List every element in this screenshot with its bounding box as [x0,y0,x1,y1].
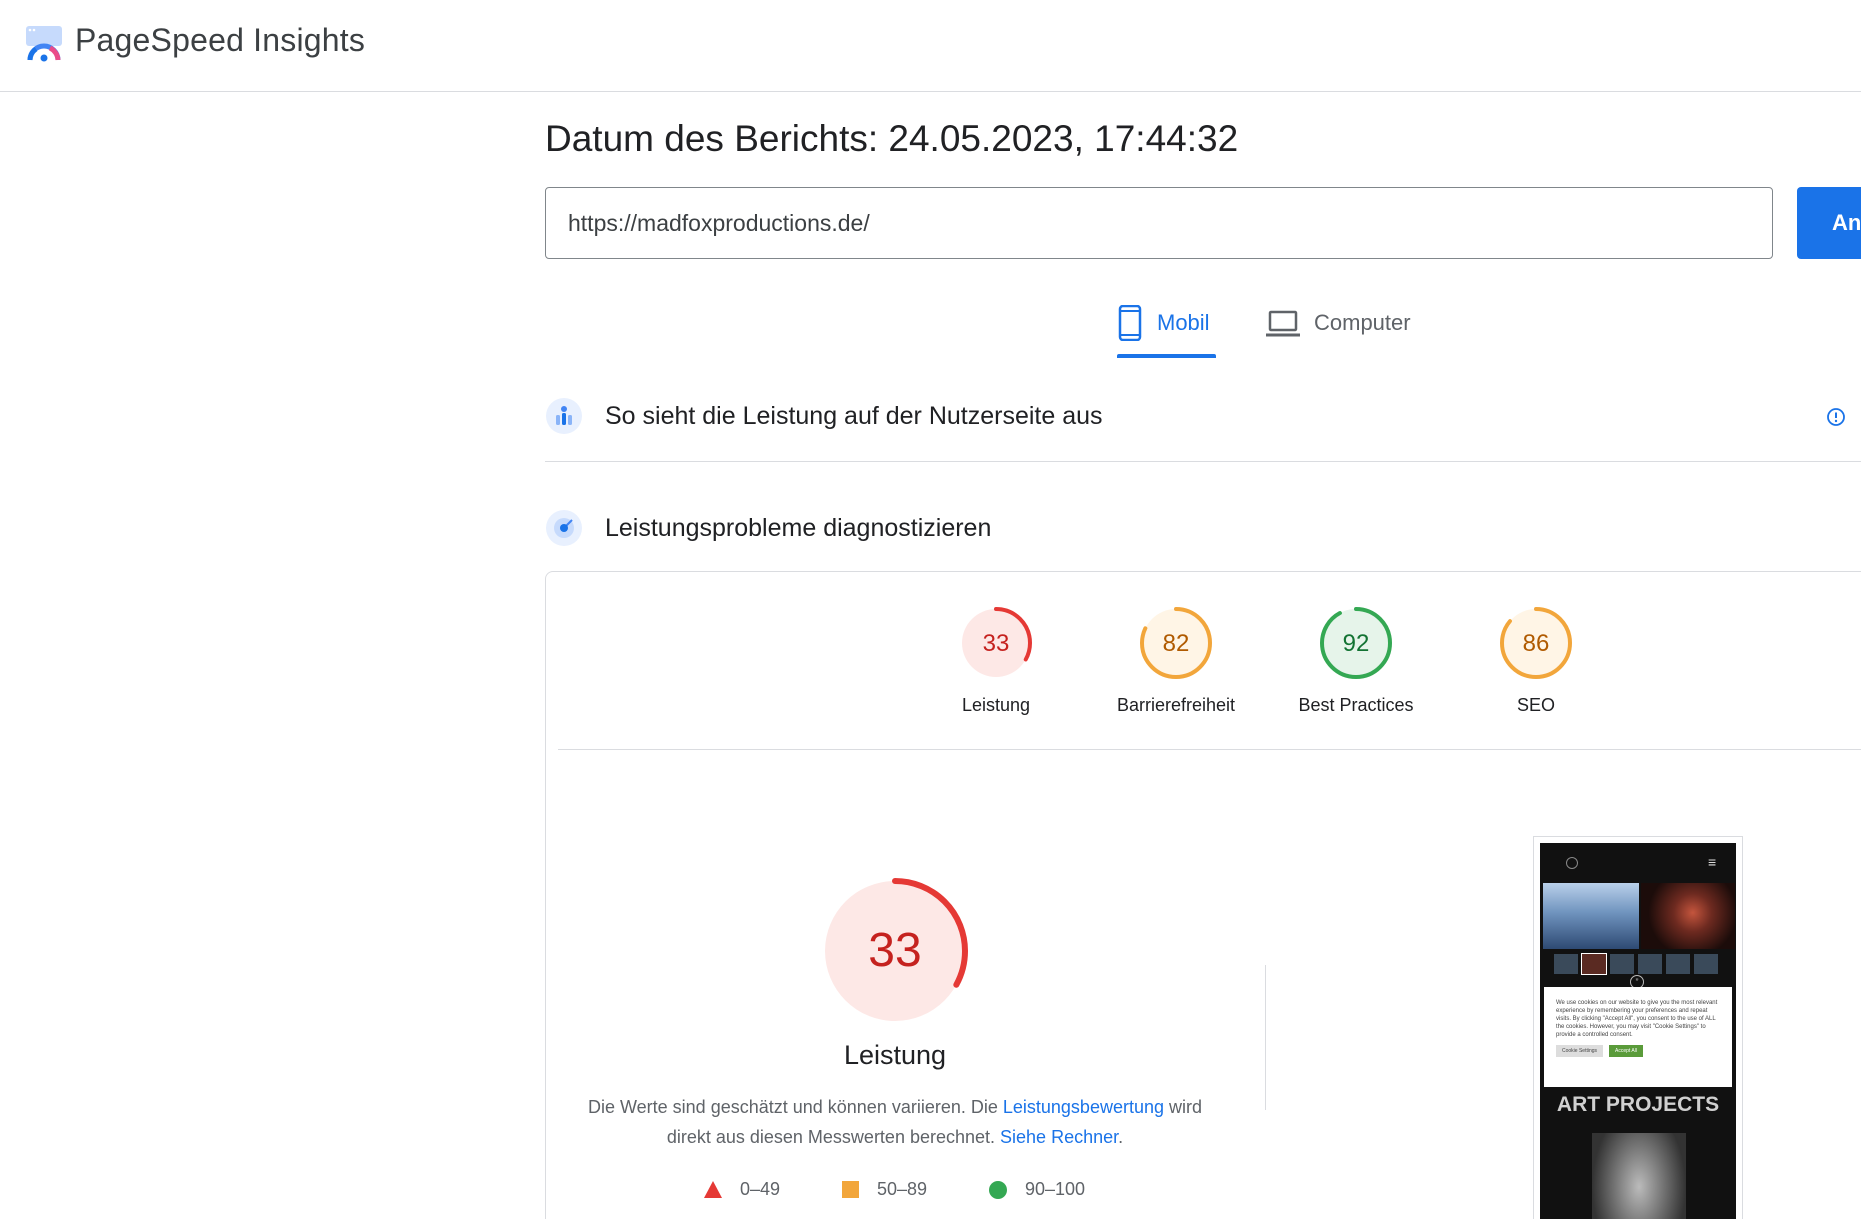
performance-score-value: 33 [868,924,921,977]
score-gauge-best-practices[interactable]: 92 Best Practices [1286,605,1426,716]
score-label: Best Practices [1298,695,1414,715]
legend-range: 0–49 [740,1179,781,1199]
info-icon[interactable] [1826,407,1846,427]
performance-big-gauge: 33 [822,878,968,1024]
score-value: 82 [1163,630,1190,657]
diagnose-section-header: Leistungsprobleme diagnostizieren [545,509,1861,549]
cookie-text: We use cookies on our website to give yo… [1556,1000,1718,1038]
tab-desktop[interactable]: Computer [1266,302,1411,356]
red-triangle-icon [704,1181,722,1198]
active-tab-indicator [1117,354,1216,358]
gauge-ring: 86 [1500,607,1572,679]
legend-average: 50–89 [842,1179,927,1200]
users-chart-icon [546,398,582,434]
brand-title[interactable]: PageSpeed Insights [75,22,365,59]
lighthouse-icon [546,510,582,546]
desc-text-3: . [1118,1127,1124,1147]
accept-all-button: Accept All [1609,1045,1643,1057]
green-circle-icon [989,1180,1007,1199]
score-label: SEO [1516,695,1555,715]
gauge-ring: 33 [960,607,1032,679]
section-divider [545,461,1861,462]
score-calc-link[interactable]: Leistungsbewertung [1003,1097,1164,1117]
tab-mobile[interactable]: Mobil [1117,302,1216,358]
performance-title: Leistung [843,1040,947,1070]
hamburger-menu-icon: ≡ [1708,854,1717,870]
cookie-banner: We use cookies on our website to give yo… [1544,987,1732,1087]
site-logo-icon [1566,857,1578,869]
tab-desktop-label: Computer [1314,310,1411,335]
smartphone-icon [1118,305,1142,341]
legend-range: 90–100 [1025,1179,1086,1199]
cookie-settings-button: Cookie Settings [1556,1045,1604,1057]
diagnose-title: Leistungsprobleme diagnostizieren [605,514,992,542]
final-screenshot[interactable]: ≡ ” We use cookies on our website to giv… [1533,836,1743,1219]
legend-poor: 0–49 [704,1179,780,1200]
score-label: Barrierefreiheit [1116,695,1236,715]
hero-image-right [1641,883,1735,949]
score-gauge-accessibility[interactable]: 82 Barrierefreiheit [1106,605,1246,716]
url-field[interactable] [545,187,1773,259]
score-gauge-performance[interactable]: 33 Leistung [926,605,1066,716]
laptop-icon [1266,310,1300,337]
portrait-image [1592,1133,1686,1219]
performance-description: Die Werte sind geschätzt und können vari… [576,1092,1214,1152]
field-data-section-header[interactable]: So sieht die Leistung auf der Nutzerseit… [545,397,1861,437]
top-app-bar: PageSpeed Insights [0,0,1861,92]
desc-text-1: Die Werte sind geschätzt und können vari… [587,1097,1003,1117]
lighthouse-report-card: 33 Leistung 82 Barrierefreiheit 92 Best … [545,571,1861,1219]
thumbnail-strip [1554,953,1718,975]
tab-mobile-label: Mobil [1157,310,1210,335]
gauge-ring: 82 [1140,607,1212,679]
gauge-ring: 92 [1320,607,1392,679]
vertical-divider [1265,965,1266,1110]
legend-range: 50–89 [877,1179,928,1199]
score-value: 86 [1523,630,1550,657]
card-divider [558,749,1861,750]
page-screenshot-image: ≡ ” We use cookies on our website to giv… [1540,843,1736,1219]
score-gauge-seo[interactable]: 86 SEO [1466,605,1606,716]
url-input[interactable] [568,188,1748,258]
score-label: Leistung [961,695,1031,715]
analyze-button[interactable]: An [1797,187,1861,259]
art-projects-heading: ART PROJECTS [1556,1093,1720,1116]
legend-good: 90–100 [989,1179,1085,1200]
hero-image-left [1543,883,1639,949]
report-date: Datum des Berichts: 24.05.2023, 17:44:32 [545,118,1239,159]
orange-square-icon [842,1181,859,1198]
score-value: 92 [1343,630,1370,657]
field-data-title: So sieht die Leistung auf der Nutzerseit… [605,402,1103,430]
score-value: 33 [983,630,1010,657]
calculator-link[interactable]: Siehe Rechner [1000,1127,1118,1147]
pagespeed-logo-icon[interactable] [24,24,64,64]
